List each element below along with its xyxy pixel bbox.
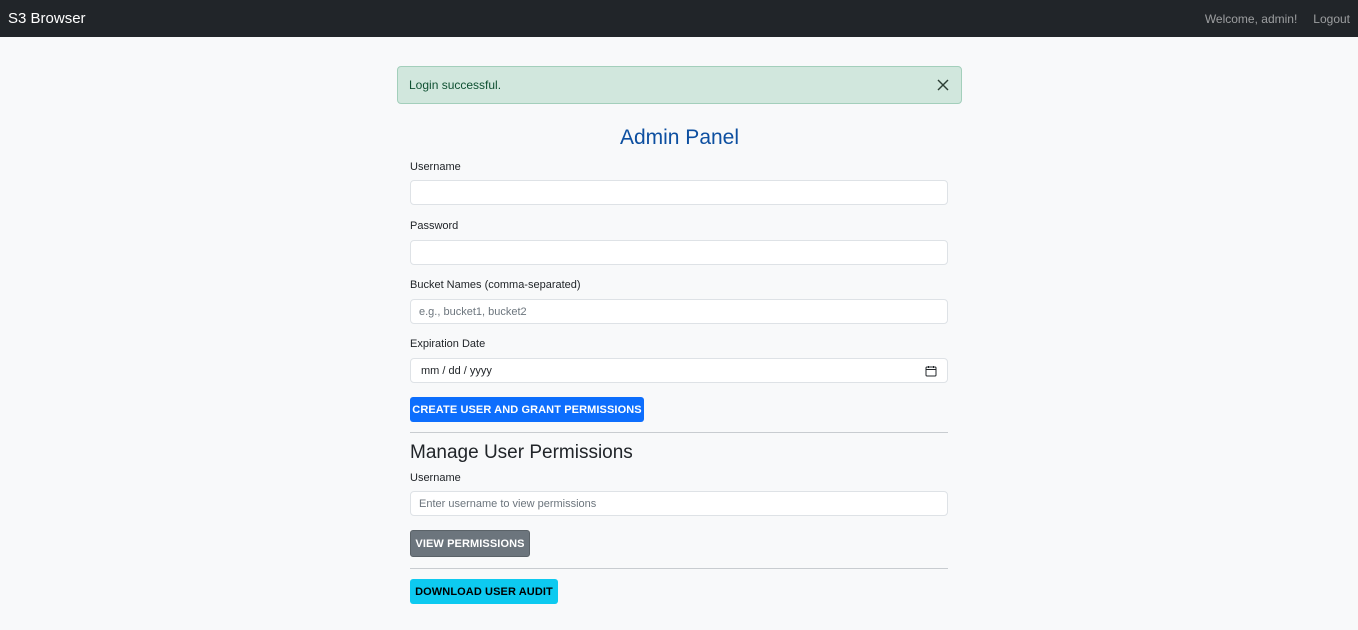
bucket-names-input[interactable] — [410, 299, 948, 324]
manage-username-input[interactable] — [410, 491, 948, 516]
section-divider — [410, 432, 948, 433]
password-input[interactable] — [410, 240, 948, 265]
date-placeholder: mm / dd / yyyy — [421, 364, 492, 377]
manage-permissions-title: Manage User Permissions — [410, 442, 633, 463]
username-label: Username — [410, 161, 461, 173]
audit-divider — [410, 568, 948, 569]
view-permissions-button[interactable]: VIEW PERMISSIONS — [410, 530, 530, 557]
calendar-icon[interactable] — [925, 365, 937, 377]
download-audit-button[interactable]: DOWNLOAD USER AUDIT — [410, 579, 558, 604]
navbar-right: Welcome, admin! Logout — [1205, 12, 1350, 26]
success-alert: Login successful. — [397, 66, 962, 104]
manage-username-label: Username — [410, 472, 461, 484]
logout-link[interactable]: Logout — [1313, 12, 1350, 26]
bucket-names-label: Bucket Names (comma-separated) — [410, 279, 581, 291]
create-user-button[interactable]: CREATE USER AND GRANT PERMISSIONS — [410, 397, 644, 422]
welcome-text: Welcome, admin! — [1204, 11, 1298, 26]
close-icon[interactable] — [935, 77, 951, 93]
username-input[interactable] — [410, 180, 948, 205]
page-title: Admin Panel — [619, 126, 740, 149]
expiration-date-input[interactable]: mm / dd / yyyy — [410, 358, 948, 383]
brand-link[interactable]: S3 Browser — [8, 0, 86, 37]
expiration-date-label: Expiration Date — [410, 338, 486, 350]
password-label: Password — [410, 220, 459, 232]
alert-message: Login successful. — [409, 78, 502, 92]
navbar: S3 Browser Welcome, admin! Logout — [0, 0, 1358, 37]
